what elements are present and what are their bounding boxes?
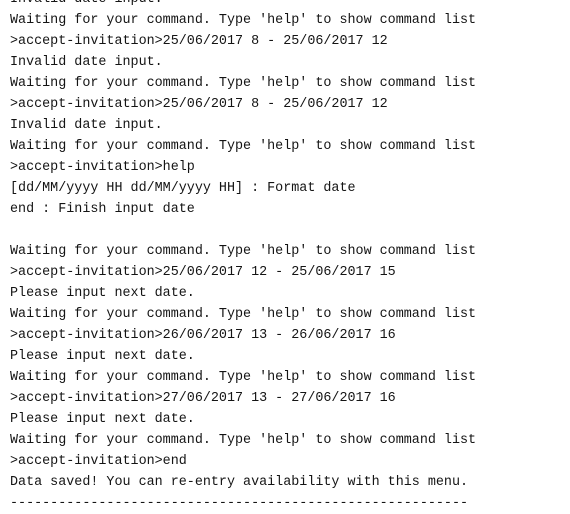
console-line: Please input next date. [10, 349, 195, 364]
console-line: >accept-invitation>help [10, 160, 195, 175]
console-line: >accept-invitation>end [10, 454, 187, 469]
console-line: Waiting for your command. Type 'help' to… [10, 370, 477, 385]
console-line: Waiting for your command. Type 'help' to… [10, 139, 477, 154]
separator-line: ----------------------------------------… [10, 496, 469, 511]
console-line: end : Finish input date [10, 202, 195, 217]
console-line: Waiting for your command. Type 'help' to… [10, 244, 477, 259]
console-line: >accept-invitation>25/06/2017 12 - 25/06… [10, 265, 396, 280]
console-line: >accept-invitation>25/06/2017 8 - 25/06/… [10, 34, 388, 49]
console-output[interactable]: Invalid date input. Waiting for your com… [10, 0, 566, 514]
console-line: Waiting for your command. Type 'help' to… [10, 13, 477, 28]
console-line: Waiting for your command. Type 'help' to… [10, 307, 477, 322]
console-line: Waiting for your command. Type 'help' to… [10, 433, 477, 448]
console-line: Invalid date input. [10, 0, 566, 10]
console-line: Invalid date input. [10, 55, 163, 70]
console-line: >accept-invitation>26/06/2017 13 - 26/06… [10, 328, 396, 343]
console-line: Data saved! You can re-entry availabilit… [10, 475, 469, 490]
console-line: Please input next date. [10, 412, 195, 427]
console-line: [dd/MM/yyyy HH dd/MM/yyyy HH] : Format d… [10, 181, 356, 196]
console-line: >accept-invitation>27/06/2017 13 - 27/06… [10, 391, 396, 406]
console-line: Invalid date input. [10, 118, 163, 133]
console-line: Waiting for your command. Type 'help' to… [10, 76, 477, 91]
console-line: Please input next date. [10, 286, 195, 301]
console-line: >accept-invitation>25/06/2017 8 - 25/06/… [10, 97, 388, 112]
